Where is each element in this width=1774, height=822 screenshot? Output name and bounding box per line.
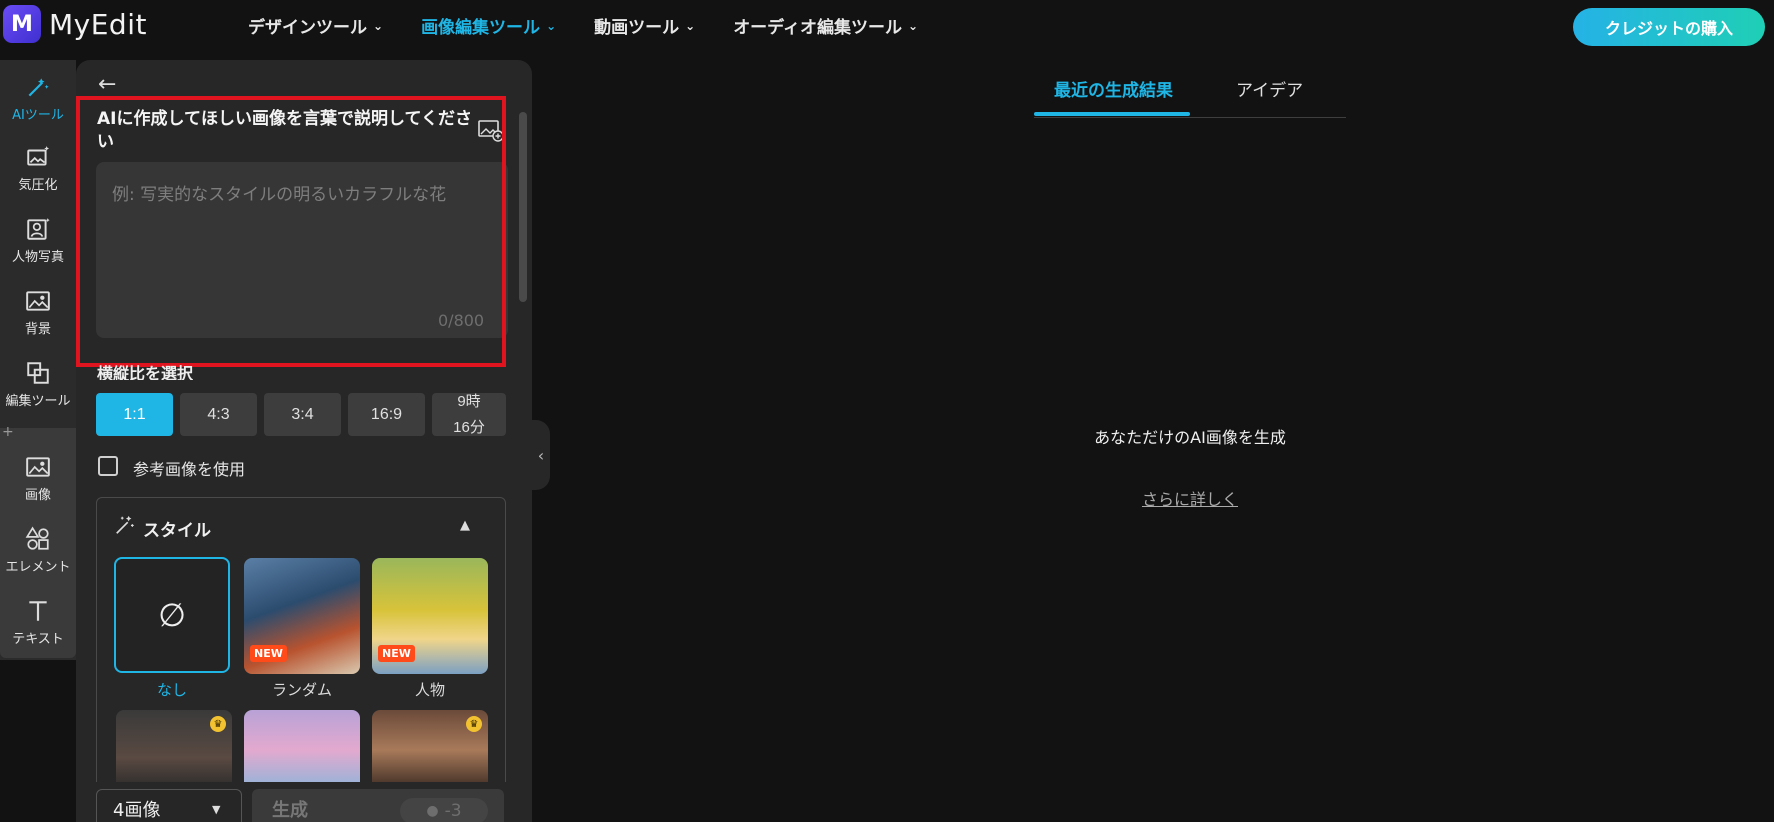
top-bar: M MyEdit デザインツール ⌄ 画像編集ツール ⌄ 動画ツール ⌄ オーディオ編…	[0, 0, 1774, 52]
credit-icon: ●	[426, 803, 439, 819]
aspect-ratio-options: 1:1 4:3 3:4 16:9 9時 16分	[96, 393, 513, 436]
rail-item-image[interactable]: 画像	[0, 454, 76, 503]
rail-item-edit-tools[interactable]: 編集ツール	[0, 360, 76, 409]
tab-recent-results[interactable]: 最近の生成結果	[1054, 76, 1173, 101]
chevron-down-icon: ⌄	[373, 18, 384, 33]
tab-ideas[interactable]: アイデア	[1236, 76, 1303, 101]
credit-cost-value: -3	[444, 801, 462, 821]
rail-label: 背景	[24, 322, 51, 337]
image-icon	[26, 457, 50, 477]
style-tile-cartoon[interactable]: ♛	[372, 710, 488, 790]
char-count: 0/800	[438, 311, 485, 330]
ratio-1-1-button[interactable]: 1:1	[96, 393, 173, 436]
app-name: MyEdit	[49, 7, 147, 41]
chevron-down-icon: ⌄	[546, 18, 557, 33]
style-tile-portrait[interactable]: ♛	[116, 710, 232, 790]
style-tile-random[interactable]: NEW	[244, 558, 360, 674]
new-badge: NEW	[378, 645, 415, 662]
buy-credits-button[interactable]: クレジットの購入	[1573, 8, 1765, 46]
panel-scrollbar[interactable]	[519, 112, 527, 302]
ratio-4-3-button[interactable]: 4:3	[180, 393, 257, 436]
rail-label: AIツール	[12, 108, 64, 123]
ratio-9-16-button[interactable]: 9時 16分	[432, 393, 506, 436]
learn-more-link[interactable]: さらに詳しく	[1034, 486, 1346, 510]
reference-image-checkbox[interactable]	[98, 456, 118, 476]
ratio-line-1: 9時	[457, 392, 481, 410]
caret-down-icon: ▼	[212, 803, 221, 816]
chevron-left-icon: ‹	[537, 445, 545, 465]
ratio-3-4-button[interactable]: 3:4	[264, 393, 341, 436]
rail-item-text[interactable]: テキスト	[0, 598, 76, 647]
no-style-icon: ∅	[158, 596, 186, 634]
style-caption-random: ランダム	[271, 681, 332, 699]
nav-label: デザインツール	[248, 18, 367, 38]
background-icon	[26, 291, 50, 311]
rail-item-elements[interactable]: エレメント	[0, 526, 76, 575]
style-caption-person: 人物	[414, 681, 445, 699]
prompt-placeholder: 例: 写実的なスタイルの明るいカラフルな花	[112, 185, 447, 205]
new-badge: NEW	[250, 645, 287, 662]
crown-icon: ♛	[210, 716, 226, 732]
rail-label: 人物写真	[11, 250, 64, 265]
rail-item-background[interactable]: 背景	[0, 288, 76, 337]
magic-wand-icon	[116, 515, 134, 534]
rail-label: 画像	[24, 488, 51, 503]
empty-state-title: あなただけのAI画像を生成	[1094, 428, 1286, 447]
rail-label: エレメント	[5, 560, 71, 575]
plus-icon: +	[2, 424, 14, 440]
nav-audio-tools[interactable]: オーディオ編集ツール ⌄	[733, 13, 918, 38]
style-title: スタイル	[143, 521, 211, 541]
rail-label: 編集ツール	[5, 394, 71, 409]
chevron-down-icon: ⌄	[685, 18, 696, 33]
rail-item-portrait[interactable]: 人物写真	[0, 216, 76, 265]
style-tile-anime[interactable]	[244, 710, 360, 790]
style-tile-person[interactable]: NEW	[372, 558, 488, 674]
edit-tools-icon	[27, 362, 49, 384]
collapse-panel-handle[interactable]: ‹	[532, 420, 550, 490]
ratio-16-9-button[interactable]: 16:9	[348, 393, 425, 436]
back-arrow-icon[interactable]: ←	[98, 72, 122, 97]
style-caption-none: なし	[156, 681, 187, 699]
magic-wand-icon	[28, 78, 49, 97]
main-nav: デザインツール ⌄ 画像編集ツール ⌄ 動画ツール ⌄ オーディオ編集ツール ⌄	[248, 13, 956, 38]
chevron-down-icon: ⌄	[908, 18, 919, 33]
rail-label: テキスト	[12, 632, 64, 647]
prompt-label: AIに作成してほしい画像を言葉で説明してください	[97, 109, 472, 152]
image-upload-icon[interactable]	[478, 118, 504, 142]
logo[interactable]: M MyEdit	[3, 5, 147, 43]
logo-mark-icon: M	[3, 5, 41, 43]
collapse-caret-icon[interactable]: ▲	[460, 518, 470, 533]
active-tab-indicator	[1034, 112, 1190, 116]
rail-item-ai-tools[interactable]: AIツール	[0, 74, 76, 123]
nav-design-tools[interactable]: デザインツール ⌄	[248, 13, 383, 38]
rail-item-enhance[interactable]: 気圧化	[0, 144, 76, 193]
crown-icon: ♛	[466, 716, 482, 732]
nav-image-edit-tools[interactable]: 画像編集ツール ⌄	[421, 13, 556, 38]
credit-cost: ● -3	[400, 798, 488, 822]
person-photo-icon	[27, 218, 50, 240]
aspect-ratio-label: 横縦比を選択	[97, 364, 194, 380]
nav-label: 画像編集ツール	[421, 18, 541, 38]
nav-label: 動画ツール	[594, 18, 680, 38]
nav-video-tools[interactable]: 動画ツール ⌄	[594, 13, 695, 38]
nav-label: オーディオ編集ツール	[733, 18, 902, 38]
rail-label: 気圧化	[18, 178, 58, 193]
image-sparkle-icon	[27, 146, 50, 166]
elements-icon	[25, 526, 49, 550]
style-tile-none[interactable]: ∅	[114, 557, 230, 673]
text-icon	[29, 601, 47, 621]
ratio-line-2: 16分	[453, 418, 485, 436]
result-tabs: 最近の生成結果 アイデア	[1034, 76, 1346, 118]
reference-image-label: 参考画像を使用	[133, 460, 246, 479]
